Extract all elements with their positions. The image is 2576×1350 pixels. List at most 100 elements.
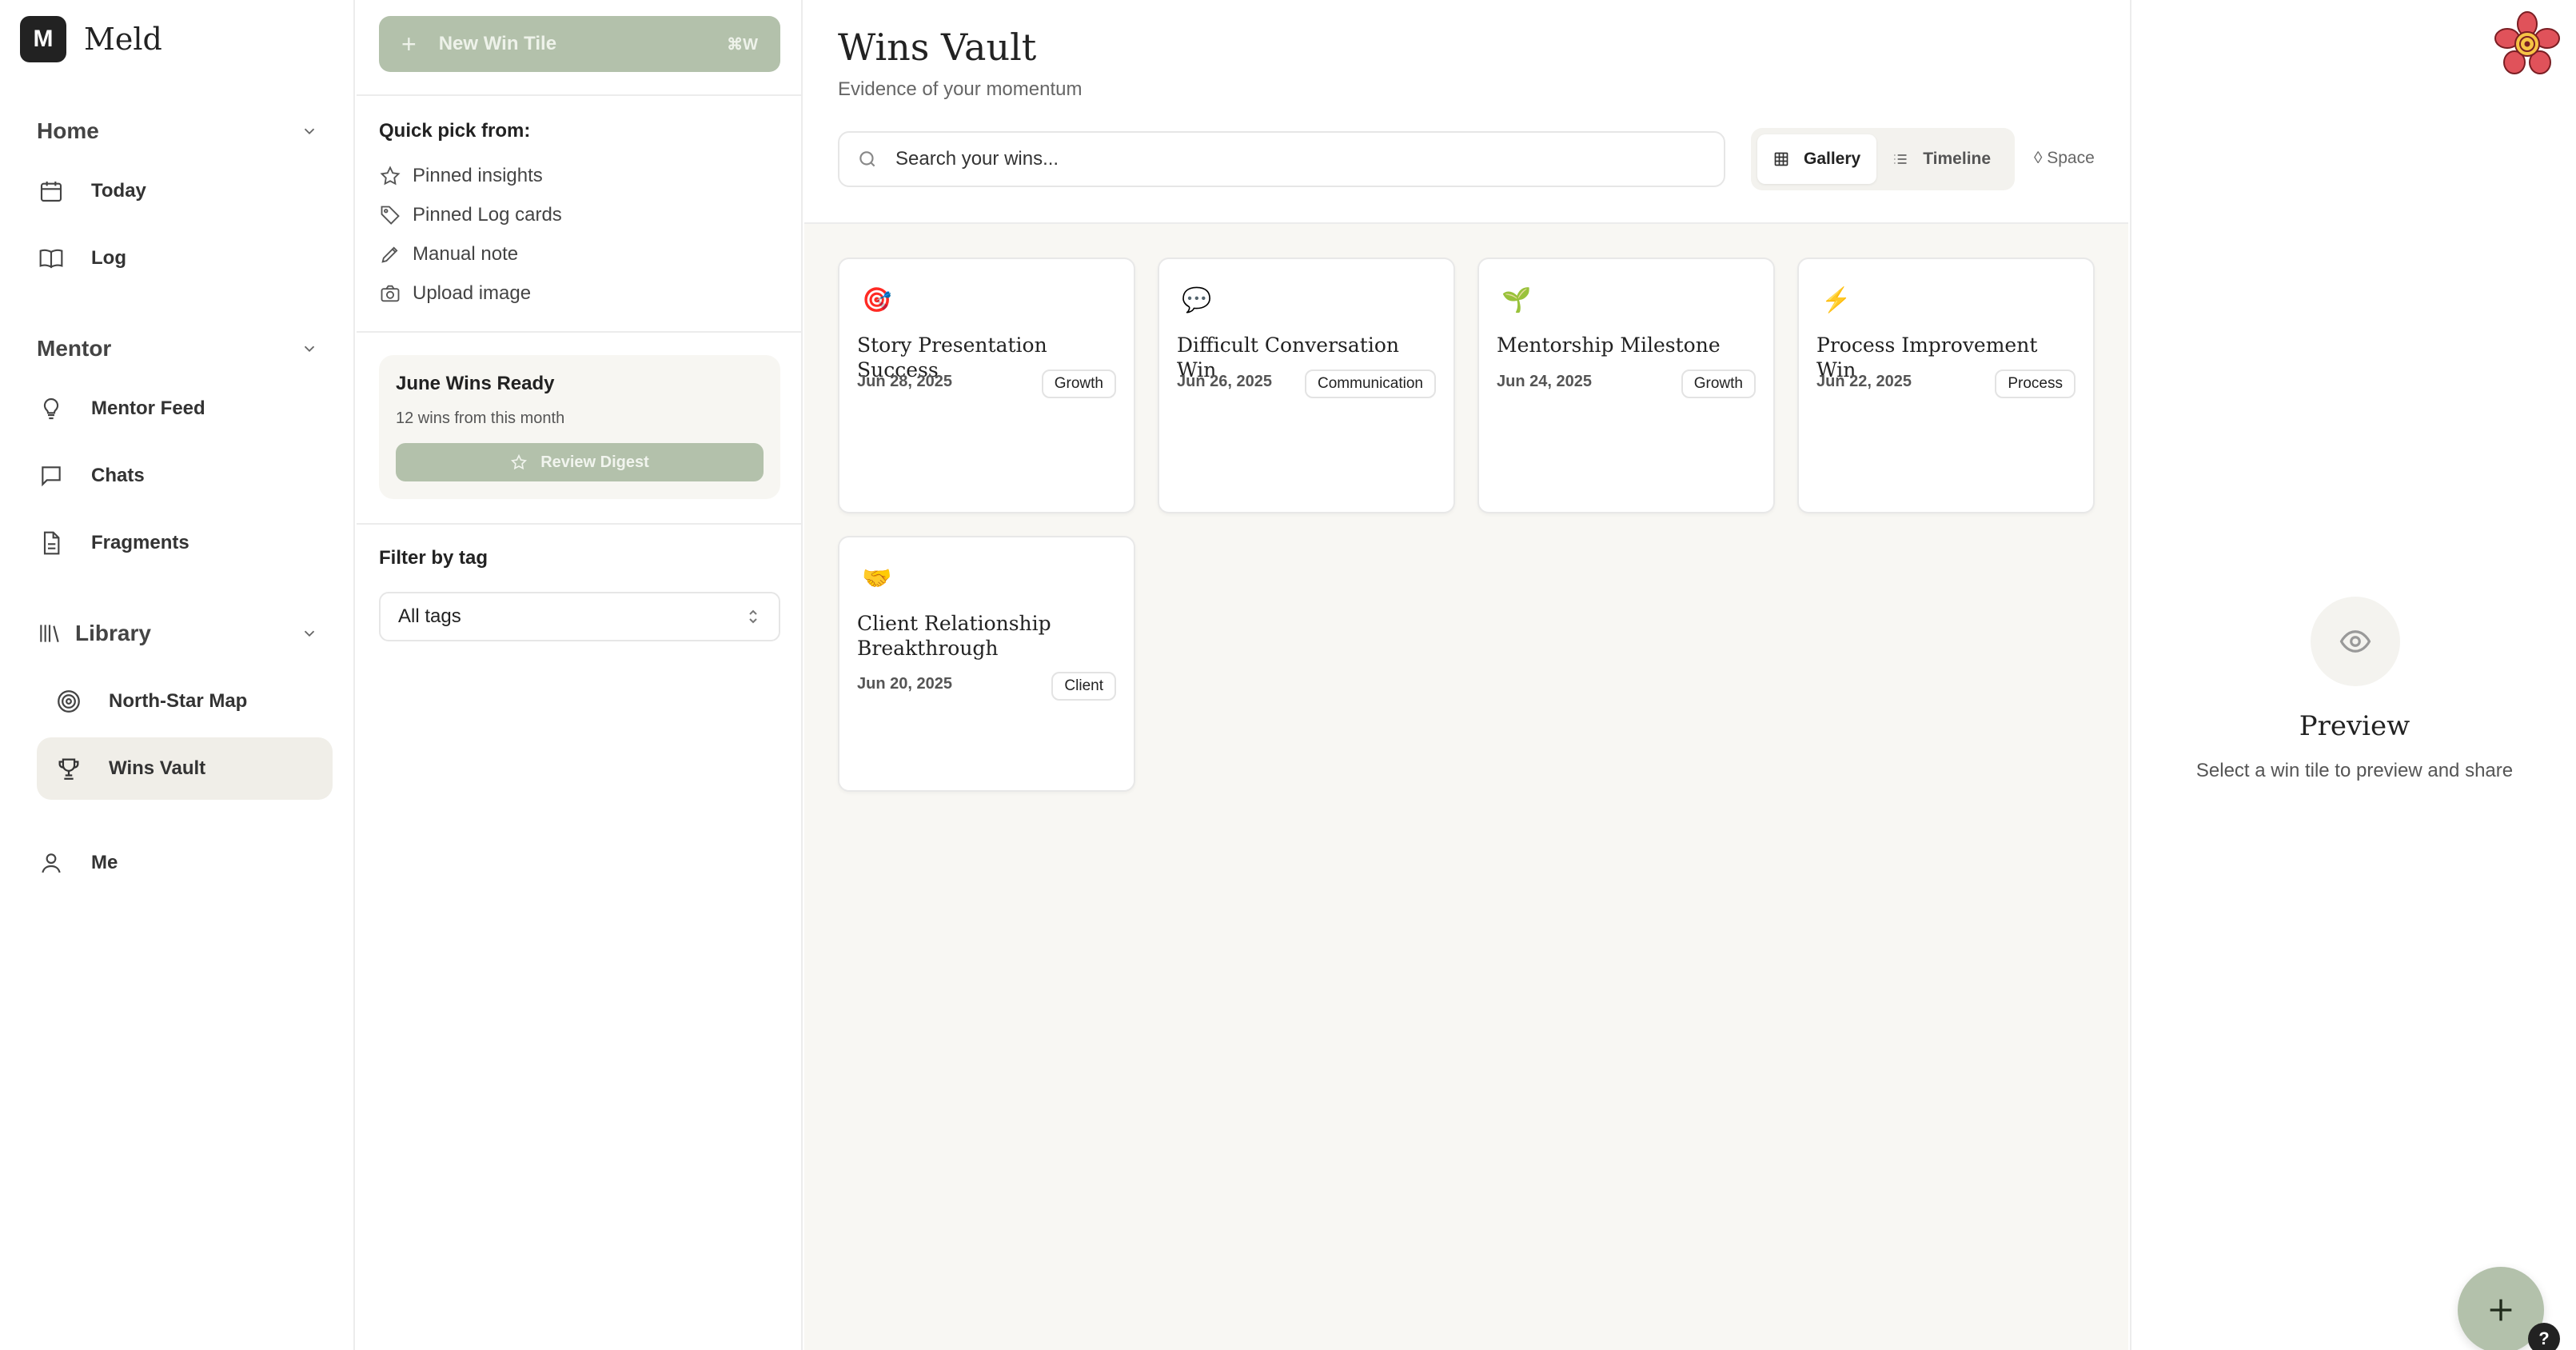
trophy-icon: [54, 754, 83, 783]
main-content: Wins Vault Evidence of your momentum Sea…: [804, 0, 2128, 1350]
chevron-updown-icon: [749, 609, 757, 624]
grid-icon: [1774, 152, 1788, 166]
win-card-tag[interactable]: Communication: [1305, 369, 1436, 398]
sidebar-item-label: Fragments: [91, 532, 189, 553]
shortcut-hint: ⌘W: [727, 35, 758, 54]
star-icon: [380, 166, 401, 186]
chat-icon: [37, 461, 66, 490]
sidebar-item-log[interactable]: Log: [37, 227, 333, 290]
target-icon: [54, 687, 83, 716]
main-header: Wins Vault Evidence of your momentum Sea…: [804, 0, 2128, 224]
book-icon: [37, 244, 66, 273]
quick-pick-upload-image[interactable]: Upload image: [379, 282, 531, 305]
search-icon: [859, 151, 875, 167]
new-win-tile-button[interactable]: + New Win Tile ⌘W: [379, 16, 780, 72]
win-card[interactable]: 💬 Difficult Conversation Win Jun 26, 202…: [1158, 258, 1455, 513]
flower-avatar-icon: [2494, 11, 2560, 74]
view-toggle: Gallery Timeline: [1751, 128, 2015, 190]
avatar[interactable]: [2494, 11, 2560, 77]
chevron-down-icon: [304, 630, 315, 637]
eye-icon: [2339, 630, 2371, 653]
quick-panel: + New Win Tile ⌘W Quick pick from: Pinne…: [357, 0, 803, 1350]
chevron-down-icon: [304, 345, 315, 353]
space-button[interactable]: ◊ Space: [2034, 149, 2095, 168]
digest-title: June Wins Ready: [396, 373, 555, 394]
tag-filter-select[interactable]: All tags: [379, 592, 780, 641]
lightbulb-icon: [37, 394, 66, 423]
sidebar-item-label: Wins Vault: [109, 757, 206, 779]
tab-label: Gallery: [1804, 150, 1861, 168]
preview-placeholder: [2311, 597, 2400, 686]
quick-pick-label: Manual note: [413, 243, 519, 265]
win-card-tag[interactable]: Growth: [1041, 369, 1116, 398]
digest-card: June Wins Ready 12 wins from this month …: [379, 355, 780, 499]
win-card-date: Jun 22, 2025: [1816, 373, 1912, 390]
win-card-tag[interactable]: Process: [1995, 369, 2076, 398]
user-icon: [37, 849, 66, 877]
sidebar-item-me[interactable]: Me: [37, 832, 333, 894]
sidebar-item-chats[interactable]: Chats: [37, 445, 333, 507]
nav-section-label: Library: [75, 621, 151, 645]
quick-pick-manual-note[interactable]: Manual note: [379, 243, 518, 266]
document-icon: [37, 529, 66, 557]
sidebar-item-fragments[interactable]: Fragments: [37, 512, 333, 574]
app-logo: M: [20, 16, 66, 62]
sidebar-item-north-star-map[interactable]: North-Star Map: [37, 670, 333, 733]
sidebar-item-label: Log: [91, 247, 126, 269]
digest-subtitle: 12 wins from this month: [396, 409, 565, 427]
review-digest-button[interactable]: Review Digest: [396, 443, 764, 481]
library-icon: [40, 625, 59, 642]
divider: [357, 331, 801, 333]
sidebar-item-wins-vault[interactable]: Wins Vault: [37, 737, 333, 800]
quick-pick-pinned-insights[interactable]: Pinned insights: [379, 165, 543, 187]
lightning-emoji-icon: ⚡: [1821, 287, 1852, 314]
review-digest-label: Review Digest: [540, 453, 649, 471]
target-emoji-icon: 🎯: [862, 287, 892, 314]
brand[interactable]: M Meld: [20, 16, 162, 62]
quick-pick-pinned-log-cards[interactable]: Pinned Log cards: [379, 204, 562, 226]
divider: [357, 523, 801, 525]
speech-bubble-emoji-icon: 💬: [1182, 287, 1212, 314]
chevron-down-icon: [304, 128, 315, 135]
new-win-tile-label: New Win Tile: [438, 33, 557, 54]
help-button[interactable]: ?: [2528, 1323, 2560, 1350]
tab-label: Timeline: [1923, 150, 1992, 168]
preview-title: Preview: [2299, 710, 2411, 742]
win-card[interactable]: 🤝 Client Relationship Breakthrough Jun 2…: [838, 536, 1135, 792]
quick-pick-label: Pinned insights: [413, 165, 543, 186]
tab-gallery[interactable]: Gallery: [1757, 134, 1877, 184]
win-card[interactable]: 🎯 Story Presentation Success Jun 28, 202…: [838, 258, 1135, 513]
seedling-emoji-icon: 🌱: [1501, 287, 1532, 314]
quick-pick-label: Upload image: [413, 282, 532, 304]
win-card[interactable]: 🌱 Mentorship Milestone Jun 24, 2025 Grow…: [1477, 258, 1775, 513]
win-card-tag[interactable]: Growth: [1681, 369, 1756, 398]
sidebar: M Meld Home Today Log Mentor Mentor Feed…: [0, 0, 355, 1350]
search-placeholder: Search your wins...: [895, 148, 1059, 170]
nav-section-library[interactable]: Library: [37, 621, 318, 646]
sidebar-item-label: Today: [91, 180, 146, 202]
quick-pick-label: Pinned Log cards: [413, 204, 562, 226]
pencil-icon: [381, 246, 398, 263]
divider: [357, 94, 801, 96]
tag-filter-value: All tags: [398, 605, 461, 627]
nav-section-home[interactable]: Home: [37, 118, 318, 144]
search-input[interactable]: Search your wins...: [838, 131, 1725, 187]
win-card-title: Client Relationship Breakthrough: [857, 612, 1051, 660]
star-icon: [511, 453, 528, 470]
win-card-date: Jun 20, 2025: [857, 675, 952, 693]
nav-section-library-header: Library: [37, 621, 151, 646]
handshake-emoji-icon: 🤝: [862, 565, 892, 592]
sidebar-item-today[interactable]: Today: [37, 160, 333, 222]
camera-icon: [381, 285, 400, 302]
preview-panel: Preview Select a win tile to preview and…: [2130, 0, 2576, 1350]
quick-pick-title: Quick pick from:: [379, 120, 531, 142]
nav-section-label: Home: [37, 118, 99, 143]
win-card-tag[interactable]: Client: [1051, 672, 1116, 701]
nav-section-label: Mentor: [37, 336, 112, 361]
sidebar-item-label: North-Star Map: [109, 690, 248, 712]
filter-title: Filter by tag: [379, 547, 488, 569]
win-card[interactable]: ⚡ Process Improvement Win Jun 22, 2025 P…: [1797, 258, 2095, 513]
tab-timeline[interactable]: Timeline: [1876, 134, 2007, 184]
sidebar-item-mentor-feed[interactable]: Mentor Feed: [37, 377, 333, 440]
nav-section-mentor[interactable]: Mentor: [37, 336, 318, 361]
